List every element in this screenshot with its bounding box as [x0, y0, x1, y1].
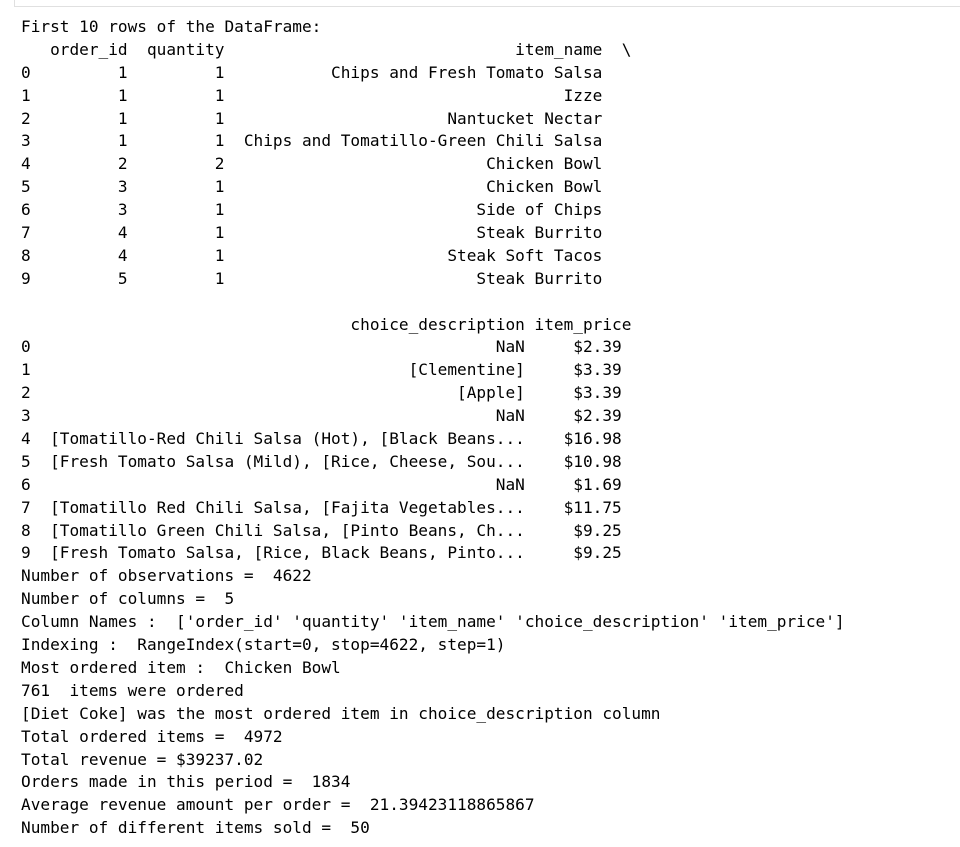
output-line-table2-header: choice_description item_price — [21, 314, 651, 334]
output-line-table1-row: 1 1 1 Izze — [21, 85, 632, 105]
output-line-table1-row: 3 1 1 Chips and Tomatillo-Green Chili Sa… — [21, 131, 632, 151]
output-line-table1-row: 5 3 1 Chicken Bowl — [21, 177, 632, 197]
output-line-column-names: Column Names : ['order_id' 'quantity' 'i… — [21, 612, 845, 632]
output-line-table1-row: 4 2 2 Chicken Bowl — [21, 154, 632, 174]
output-line-table1-row: 8 4 1 Steak Soft Tacos — [21, 245, 632, 265]
output-line-table2-row: 0 NaN $2.39 — [21, 337, 651, 357]
cell-output: First 10 rows of the DataFrame: order_id… — [21, 16, 951, 840]
output-line-table1-header: order_id quantity item_name \ — [21, 39, 632, 59]
output-line-table1-row: 6 3 1 Side of Chips — [21, 200, 632, 220]
output-line-table2-row: 6 NaN $1.69 — [21, 474, 651, 494]
output-line-table1-row: 9 5 1 Steak Burrito — [21, 268, 632, 288]
output-line-table2-row: 1 [Clementine] $3.39 — [21, 360, 651, 380]
output-line-average-revenue: Average revenue amount per order = 21.39… — [21, 795, 535, 815]
output-line-table2-row: 3 NaN $2.39 — [21, 406, 651, 426]
output-line-total-ordered-items: Total ordered items = 4972 — [21, 726, 283, 746]
output-line-table1-row: 2 1 1 Nantucket Nectar — [21, 108, 632, 128]
output-line-most-ordered-item: Most ordered item : Chicken Bowl — [21, 657, 341, 677]
output-line-orders-made: Orders made in this period = 1834 — [21, 772, 351, 792]
output-line-dataframe-heading: First 10 rows of the DataFrame: — [21, 17, 322, 36]
output-line-table1-row: 7 4 1 Steak Burrito — [21, 223, 632, 243]
output-line-items-ordered: 761 items were ordered — [21, 680, 244, 700]
output-line-table2-row: 2 [Apple] $3.39 — [21, 383, 651, 403]
output-line-columns-count: Number of columns = 5 — [21, 589, 235, 609]
output-line-table2-row: 4 [Tomatillo-Red Chili Salsa (Hot), [Bla… — [21, 429, 651, 449]
output-line-table2-row: 9 [Fresh Tomato Salsa, [Rice, Black Bean… — [21, 543, 651, 563]
output-line-table2-row: 5 [Fresh Tomato Salsa (Mild), [Rice, Che… — [21, 451, 651, 471]
output-line-table2-row: 8 [Tomatillo Green Chili Salsa, [Pinto B… — [21, 520, 651, 540]
output-line-observations: Number of observations = 4622 — [21, 566, 312, 586]
output-line-most-ordered-choice: [Diet Coke] was the most ordered item in… — [21, 703, 661, 723]
output-line-table2-row: 7 [Tomatillo Red Chili Salsa, [Fajita Ve… — [21, 497, 651, 517]
output-line-total-revenue: Total revenue = $39237.02 — [21, 749, 264, 769]
output-line-blank — [21, 291, 951, 314]
cell-border — [14, 0, 960, 7]
output-line-indexing: Indexing : RangeIndex(start=0, stop=4622… — [21, 635, 506, 655]
output-line-table1-row: 0 1 1 Chips and Fresh Tomato Salsa — [21, 62, 632, 82]
output-line-different-items: Number of different items sold = 50 — [21, 818, 370, 838]
